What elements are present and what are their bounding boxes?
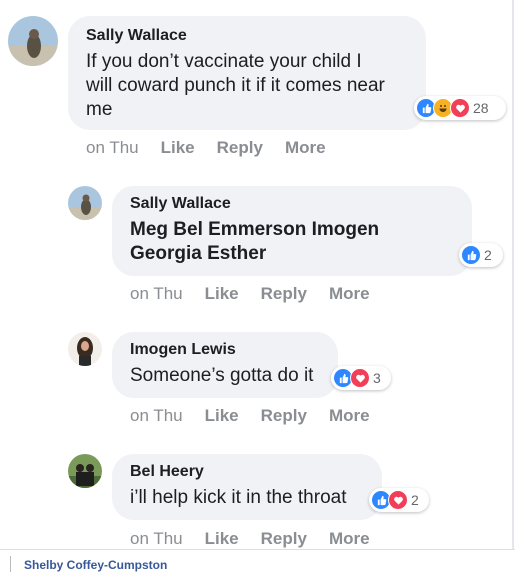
reaction-count: 2 (411, 492, 419, 508)
comment-bubble: Bel Heery i’ll help kick it in the throa… (112, 454, 382, 520)
comment-actions: on Thu Like Reply More (130, 529, 392, 549)
profile-photo (8, 16, 58, 66)
profile-photo (68, 454, 102, 488)
like-link[interactable]: Like (161, 138, 195, 158)
timestamp[interactable]: on Thu (130, 406, 183, 426)
avatar[interactable] (8, 16, 58, 66)
reaction-summary[interactable]: 2 (369, 488, 429, 512)
timestamp[interactable]: on Thu (130, 284, 183, 304)
comment-author[interactable]: Bel Heery (130, 462, 364, 482)
reaction-count: 2 (484, 247, 492, 263)
like-link[interactable]: Like (205, 529, 239, 549)
comment-author[interactable]: Sally Wallace (130, 194, 454, 214)
timestamp[interactable]: on Thu (86, 138, 139, 158)
timestamp[interactable]: on Thu (130, 529, 183, 549)
more-link[interactable]: More (285, 138, 326, 158)
divider (512, 0, 514, 549)
reply-link[interactable]: Reply (261, 284, 307, 304)
comment-actions: on Thu Like Reply More (86, 138, 348, 158)
like-icon (461, 245, 481, 265)
comment-actions: on Thu Like Reply More (130, 284, 392, 304)
reaction-count: 3 (373, 370, 381, 386)
avatar[interactable] (68, 186, 102, 220)
comment-text: Someone’s gotta do it (130, 365, 314, 386)
comment-bubble: Sally Wallace Meg Bel Emmerson Imogen Ge… (112, 186, 472, 276)
commenter-name-link[interactable]: Shelby Coffey-Cumpston (24, 558, 167, 572)
avatar[interactable] (68, 332, 102, 366)
more-link[interactable]: More (329, 406, 370, 426)
like-link[interactable]: Like (205, 406, 239, 426)
comment-author[interactable]: Imogen Lewis (130, 340, 320, 360)
love-icon (350, 368, 370, 388)
reply-link[interactable]: Reply (261, 529, 307, 549)
comment-author[interactable]: Sally Wallace (86, 26, 408, 46)
comment-text: If you don’t vaccinate your child I will… (86, 51, 385, 120)
next-comment-bar: Shelby Coffey-Cumpston (0, 549, 515, 572)
love-icon (388, 490, 408, 510)
divider-tick (10, 556, 11, 572)
profile-photo (68, 186, 102, 220)
comment-actions: on Thu Like Reply More (130, 406, 392, 426)
mention-tags[interactable]: Meg Bel Emmerson Imogen Georgia Esther (130, 218, 420, 266)
avatar[interactable] (68, 454, 102, 488)
reply-link[interactable]: Reply (217, 138, 263, 158)
love-icon (450, 98, 470, 118)
reply-link[interactable]: Reply (261, 406, 307, 426)
more-link[interactable]: More (329, 284, 370, 304)
more-link[interactable]: More (329, 529, 370, 549)
comment-bubble: Sally Wallace If you don’t vaccinate you… (68, 16, 426, 130)
comment-text: i’ll help kick it in the throat (130, 487, 347, 508)
comment-bubble: Imogen Lewis Someone’s gotta do it (112, 332, 338, 398)
reaction-summary[interactable]: 3 (331, 366, 391, 390)
reaction-summary[interactable]: 2 (459, 243, 503, 267)
profile-photo (68, 332, 102, 366)
reaction-count: 28 (473, 100, 489, 116)
like-link[interactable]: Like (205, 284, 239, 304)
reaction-summary[interactable]: 28 (414, 96, 506, 120)
